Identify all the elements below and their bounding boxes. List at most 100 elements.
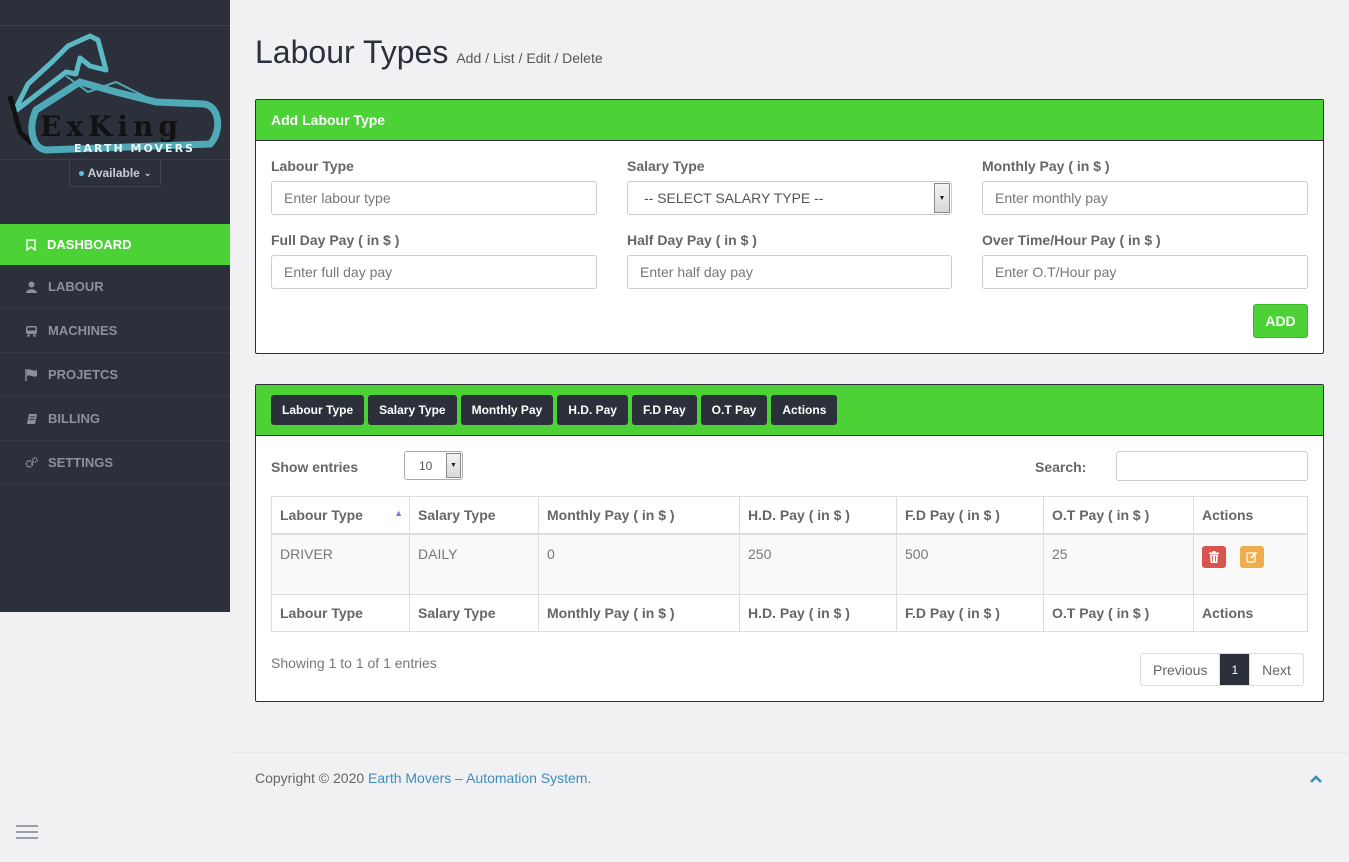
status-dropdown[interactable]: Available ⌄ <box>69 160 161 187</box>
column-header[interactable]: O.T Pay ( in $ ) <box>1043 496 1194 535</box>
pagination: Previous 1 Next <box>1140 653 1304 686</box>
cell-monthly-pay: 0 <box>538 533 740 595</box>
ot-pay-field: Over Time/Hour Pay ( in $ ) <box>982 232 1308 289</box>
sidebar-item-dashboard[interactable]: DASHBOARD <box>0 224 230 265</box>
salary-type-field: Salary Type -- SELECT SALARY TYPE -- ▼ <box>627 158 952 215</box>
user-icon <box>25 281 38 293</box>
dropdown-arrow-icon: ▼ <box>446 453 461 478</box>
sidebar-item-settings[interactable]: SETTINGS <box>0 441 230 485</box>
excavator-logo-icon: ExKing EARTH MOVERS <box>7 33 222 154</box>
labour-type-input[interactable] <box>271 181 597 215</box>
column-header[interactable]: Monthly Pay ( in $ ) <box>538 496 740 535</box>
page-length-select[interactable]: 10 ▼ <box>404 451 463 480</box>
edit-button[interactable] <box>1239 545 1264 568</box>
column-visibility-bar: Labour Type Salary Type Monthly Pay H.D.… <box>256 385 1323 436</box>
salary-type-select[interactable]: -- SELECT SALARY TYPE -- ▼ <box>627 181 952 215</box>
column-footer: H.D. Pay ( in $ ) <box>739 594 897 632</box>
brand-logo[interactable]: ExKing EARTH MOVERS <box>0 26 230 160</box>
search-input[interactable] <box>1116 451 1308 481</box>
column-toggle-fd-pay[interactable]: F.D Pay <box>631 395 697 425</box>
sidebar: ExKing EARTH MOVERS Available ⌄ DASHBOAR… <box>0 0 230 612</box>
svg-text:ExKing: ExKing <box>40 110 183 143</box>
menu-toggle-icon[interactable] <box>16 825 38 843</box>
status-label: Available <box>87 166 140 180</box>
show-entries-label: Show entries <box>271 459 359 475</box>
sidebar-item-labour[interactable]: LABOUR <box>0 265 230 309</box>
column-toggle-labour-type[interactable]: Labour Type <box>271 395 365 425</box>
column-footer: Labour Type <box>271 594 410 632</box>
next-page-button[interactable]: Next <box>1249 654 1303 685</box>
labour-type-field: Labour Type <box>271 158 597 215</box>
column-header[interactable]: Labour Type ▲ <box>271 496 410 535</box>
breadcrumb: Add / List / Edit / Delete <box>456 50 603 66</box>
monthly-pay-input[interactable] <box>982 181 1308 215</box>
column-header[interactable]: Actions <box>1193 496 1308 535</box>
half-day-pay-input[interactable] <box>627 255 952 289</box>
page-1-button[interactable]: 1 <box>1220 654 1250 685</box>
half-day-pay-field: Half Day Pay ( in $ ) <box>627 232 952 289</box>
sidebar-item-machines[interactable]: MACHINES <box>0 309 230 353</box>
previous-page-button[interactable]: Previous <box>1141 654 1221 685</box>
cell-labour-type: DRIVER <box>271 533 410 595</box>
panel-title: Add Labour Type <box>256 100 1323 141</box>
sidebar-item-billing[interactable]: BILLING <box>0 397 230 441</box>
column-toggle-monthly-pay[interactable]: Monthly Pay <box>460 395 554 425</box>
footer: Copyright © 2020 Earth Movers – Automati… <box>255 770 591 786</box>
sidebar-nav: DASHBOARD LABOUR MACHINES PROJETCS BILLI… <box>0 224 230 485</box>
cell-hd-pay: 250 <box>739 533 897 595</box>
column-header[interactable]: F.D Pay ( in $ ) <box>896 496 1044 535</box>
table-info: Showing 1 to 1 of 1 entries <box>271 655 437 671</box>
full-day-pay-field: Full Day Pay ( in $ ) <box>271 232 597 289</box>
column-toggle-hd-pay[interactable]: H.D. Pay <box>557 395 628 425</box>
column-header[interactable]: Salary Type <box>409 496 539 535</box>
sidebar-item-label: MACHINES <box>48 323 118 338</box>
field-label: Labour Type <box>271 158 354 174</box>
sort-ascending-icon: ▲ <box>394 508 403 518</box>
column-footer: Actions <box>1193 594 1308 632</box>
sidebar-item-label: DASHBOARD <box>47 237 132 252</box>
labour-types-list-panel: Labour Type Salary Type Monthly Pay H.D.… <box>255 384 1324 702</box>
flag-icon <box>25 368 38 381</box>
footer-divider <box>230 752 1349 753</box>
sidebar-item-label: SETTINGS <box>48 455 114 470</box>
sidebar-item-label: PROJETCS <box>48 367 119 382</box>
scroll-to-top-icon[interactable] <box>1309 771 1323 789</box>
trash-icon <box>1209 550 1219 563</box>
sidebar-item-projects[interactable]: PROJETCS <box>0 353 230 397</box>
search-label: Search: <box>1035 459 1087 475</box>
labour-types-table: Labour Type ▲ Salary Type Monthly Pay ( i… <box>271 496 1308 632</box>
svg-text:EARTH MOVERS: EARTH MOVERS <box>74 142 195 154</box>
copyright-text: Copyright © 2020 <box>255 770 365 786</box>
status-dot-icon <box>78 170 84 176</box>
field-label: Monthly Pay ( in $ ) <box>982 158 1110 174</box>
sidebar-item-label: LABOUR <box>48 279 104 294</box>
footer-link[interactable]: Earth Movers – Automation System. <box>368 770 591 786</box>
edit-icon <box>1246 551 1258 563</box>
add-button[interactable]: ADD <box>1253 304 1308 338</box>
table-header-row: Labour Type ▲ Salary Type Monthly Pay ( i… <box>271 496 1308 535</box>
ot-pay-input[interactable] <box>982 255 1308 289</box>
column-footer: O.T Pay ( in $ ) <box>1043 594 1194 632</box>
gears-icon <box>25 456 38 469</box>
page-heading: Labour Types <box>255 34 449 70</box>
monthly-pay-field: Monthly Pay ( in $ ) <box>982 158 1308 215</box>
bookmark-icon <box>24 238 37 251</box>
cell-fd-pay: 500 <box>896 533 1044 595</box>
page-title: Labour Types Add / List / Edit / Delete <box>255 34 603 71</box>
dropdown-arrow-icon: ▼ <box>934 183 950 213</box>
column-toggle-ot-pay[interactable]: O.T Pay <box>700 395 768 425</box>
cell-actions <box>1193 533 1308 595</box>
column-toggle-salary-type[interactable]: Salary Type <box>368 395 457 425</box>
field-label: Full Day Pay ( in $ ) <box>271 232 400 248</box>
column-header[interactable]: H.D. Pay ( in $ ) <box>739 496 897 535</box>
delete-button[interactable] <box>1202 545 1226 568</box>
field-label: Salary Type <box>627 158 705 174</box>
column-footer: F.D Pay ( in $ ) <box>896 594 1044 632</box>
sidebar-item-label: BILLING <box>48 411 100 426</box>
table-footer-row: Labour Type Salary Type Monthly Pay ( in… <box>271 594 1308 632</box>
column-toggle-actions[interactable]: Actions <box>771 395 838 425</box>
cell-ot-pay: 25 <box>1043 533 1194 595</box>
full-day-pay-input[interactable] <box>271 255 597 289</box>
page-length-value: 10 <box>419 458 433 473</box>
book-icon <box>25 413 38 425</box>
